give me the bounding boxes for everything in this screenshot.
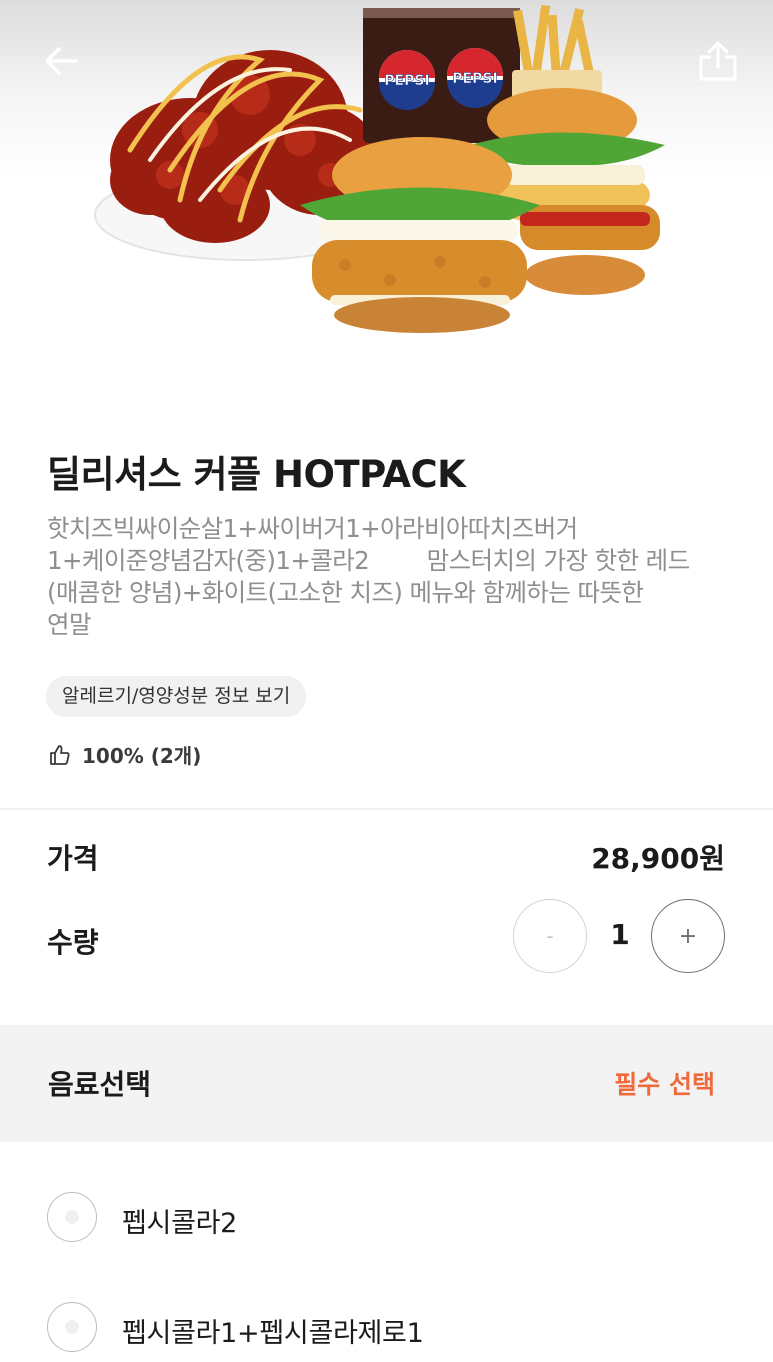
drink-section-header: 음료선택 필수 선택: [0, 1025, 773, 1142]
allergy-info-button[interactable]: 알레르기/영양성분 정보 보기: [46, 676, 307, 717]
quantity-label: 수량: [47, 926, 99, 959]
radio-button[interactable]: [47, 1192, 97, 1242]
drink-option-label: 펩시콜라1+펩시콜라제로1: [122, 1318, 424, 1349]
quantity-decrease-button[interactable]: -: [513, 899, 587, 973]
radio-button[interactable]: [47, 1302, 97, 1352]
plus-icon: +: [678, 923, 698, 949]
product-image: PEPSI PEPSI: [0, 0, 773, 390]
product-illustration: PEPSI PEPSI: [94, 4, 665, 333]
arrow-left-icon: [45, 47, 78, 75]
back-button[interactable]: [36, 36, 86, 86]
rating-text: 100% (2개): [82, 744, 202, 768]
thumbs-up-icon: [50, 744, 70, 765]
minus-icon: -: [546, 924, 554, 948]
section-divider: [0, 808, 773, 810]
pepsi-label-1: PEPSI: [384, 73, 429, 89]
share-button[interactable]: [693, 36, 743, 86]
drink-option-label: 펩시콜라2: [122, 1208, 238, 1239]
price-label: 가격: [47, 842, 99, 875]
drink-option-2[interactable]: 펩시콜라1+펩시콜라제로1: [0, 1278, 773, 1362]
required-badge: 필수 선택: [614, 1070, 715, 1099]
rating: 100% (2개): [48, 740, 201, 769]
radio-dot: [65, 1210, 79, 1224]
quantity-increase-button[interactable]: +: [651, 899, 725, 973]
drink-section-title: 음료선택: [48, 1068, 152, 1101]
pepsi-label-2: PEPSI: [452, 71, 497, 87]
radio-dot: [65, 1320, 79, 1334]
share-icon: [699, 41, 737, 81]
quantity-value: 1: [610, 918, 630, 951]
product-description: 핫치즈빅싸이순살1+싸이버거1+아라비아따치즈버거 1+케이준양념감자(중)1+…: [47, 514, 690, 639]
price-value: 28,900원: [591, 842, 725, 875]
product-title: 딜리셔스 커플 HOTPACK: [47, 453, 466, 496]
drink-option-1[interactable]: 펩시콜라2: [0, 1168, 773, 1268]
